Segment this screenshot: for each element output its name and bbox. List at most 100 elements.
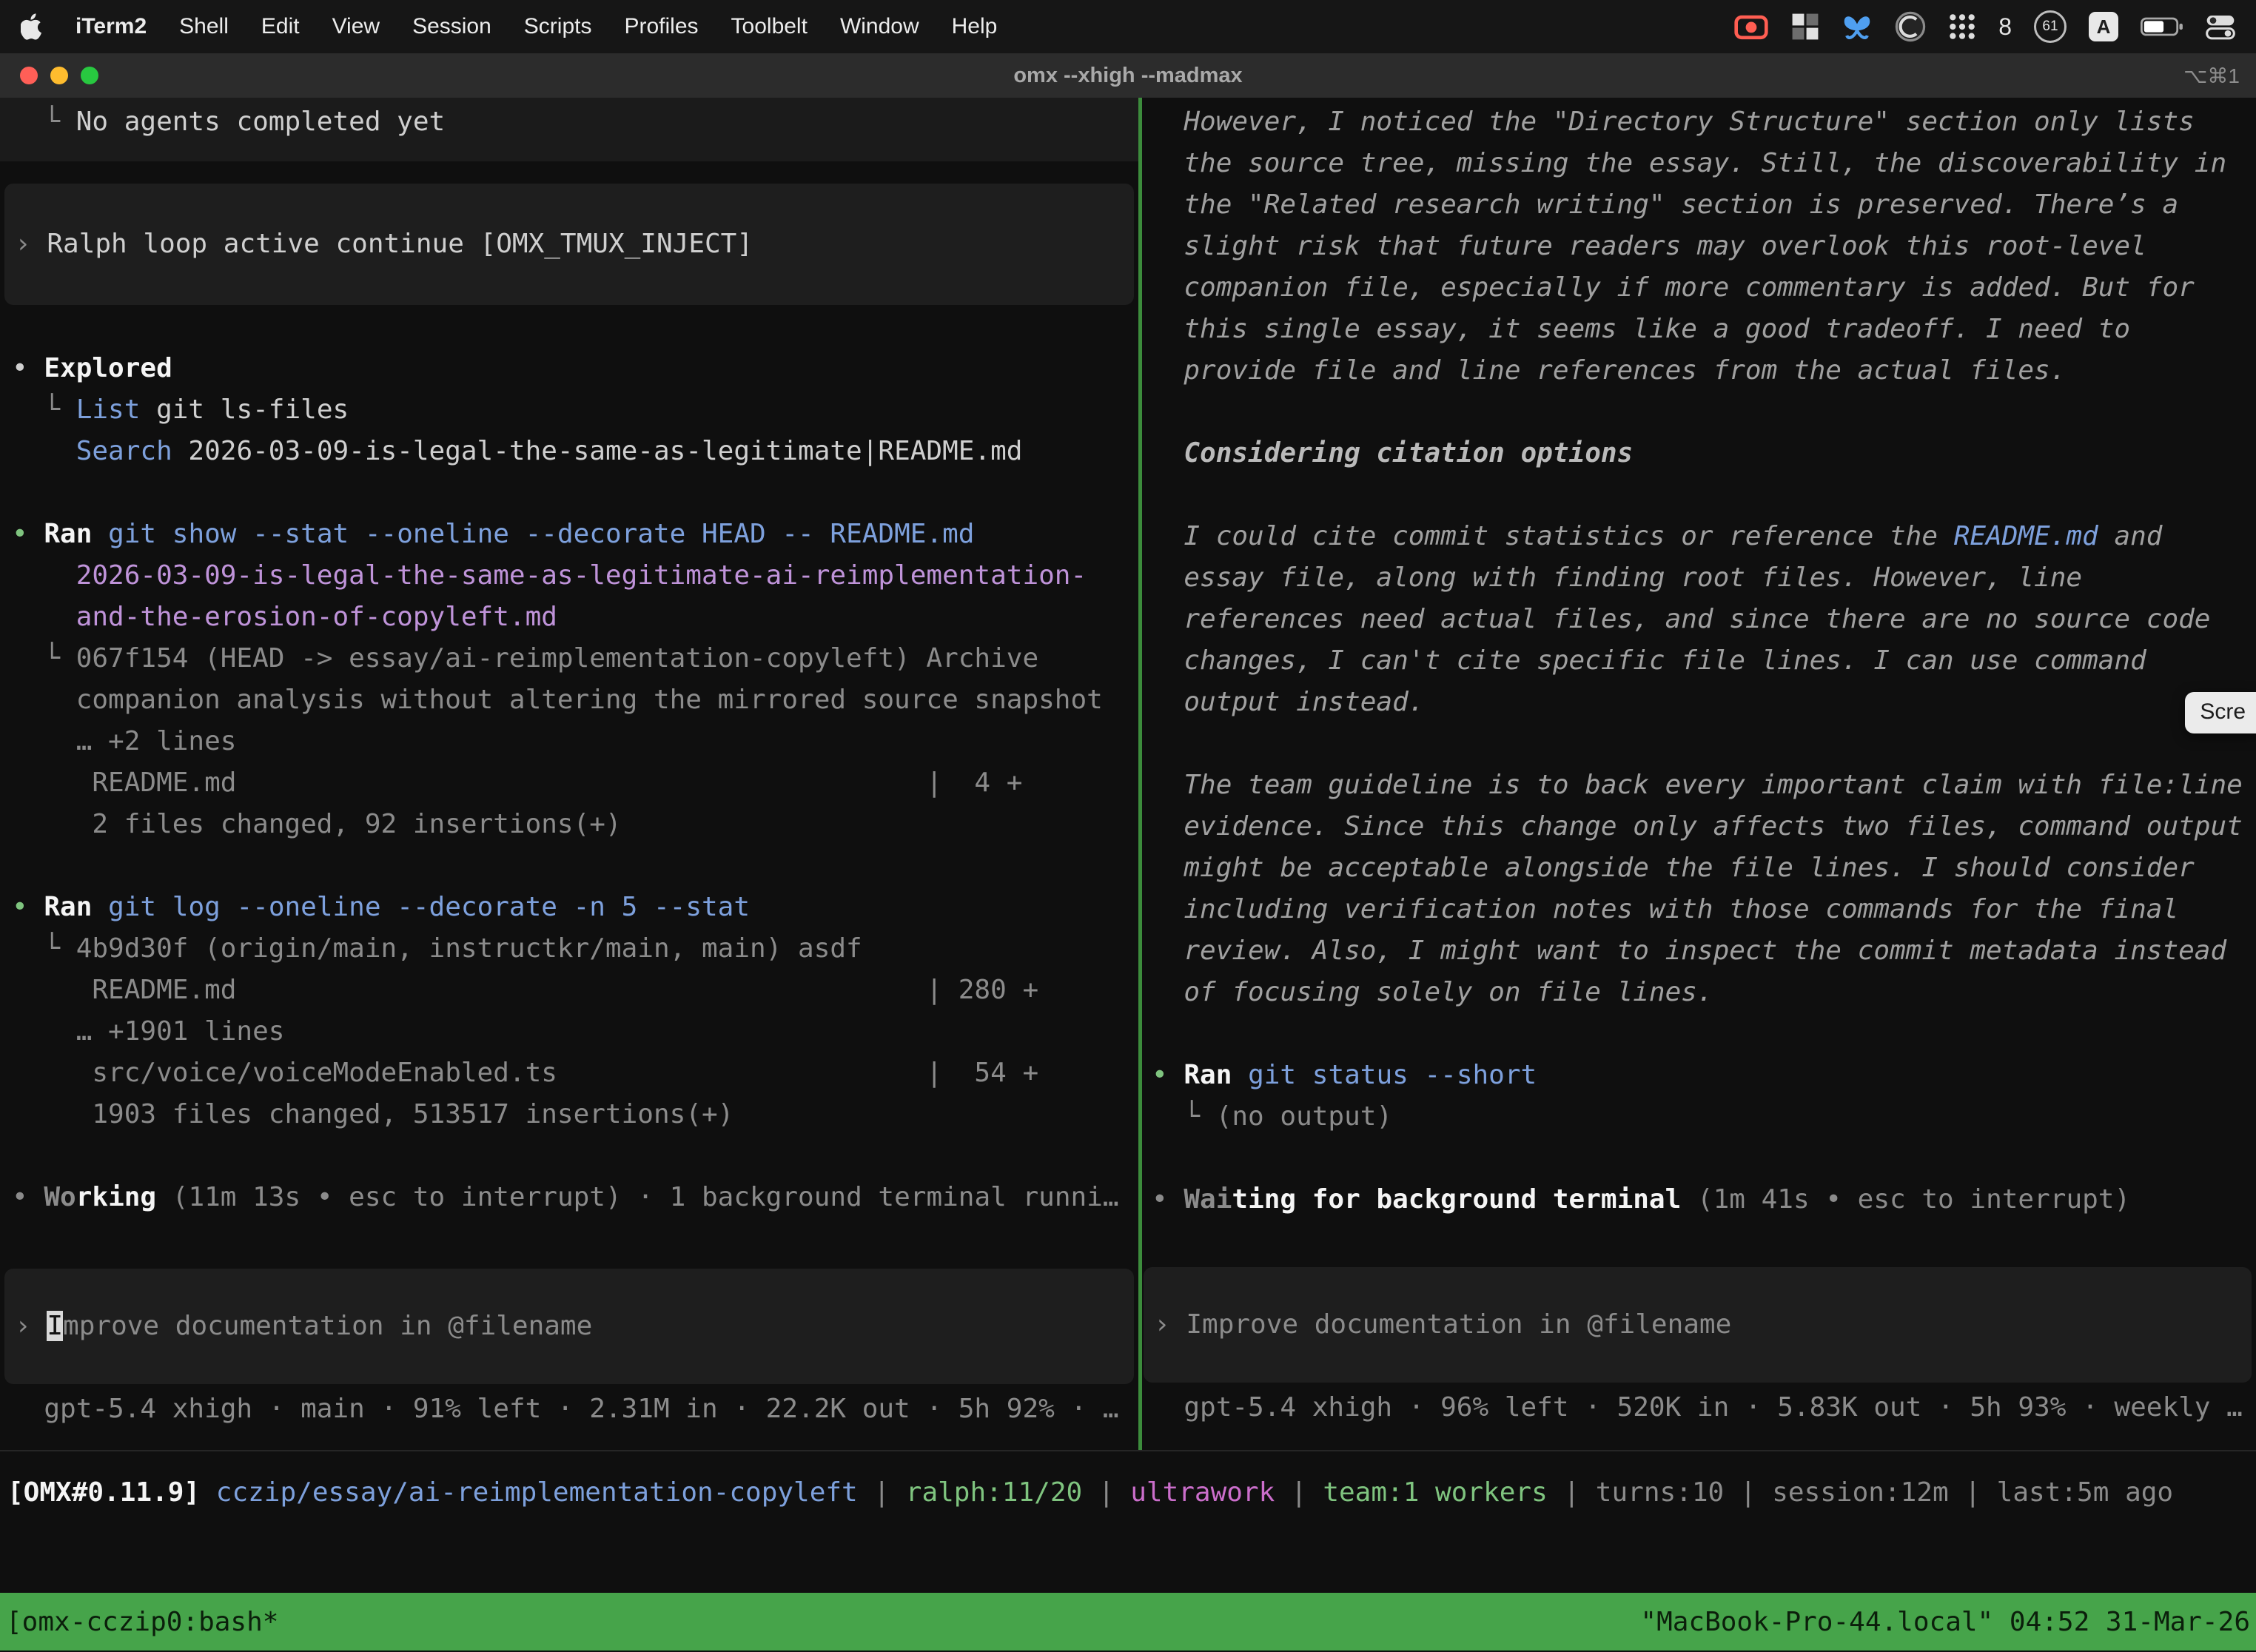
terminal-line: this single essay, it seems like a good … xyxy=(1152,309,2256,350)
omx-status-line: [OMX#0.11.9] cczip/essay/ai-reimplementa… xyxy=(7,1472,2256,1514)
terminal-line: of focusing solely on file lines. xyxy=(1152,972,2256,1013)
menu-bar: iTerm2 Shell Edit View Session Scripts Profile… xyxy=(0,0,2256,53)
terminal-line: essay file, along with finding root file… xyxy=(1152,557,2256,599)
terminal-line: Search 2026-03-09-is-legal-the-same-as-l… xyxy=(12,431,1138,472)
terminal-line: README.md | 280 + xyxy=(12,970,1138,1011)
terminal-panes: └ No agents completed yet › Ralph loop a… xyxy=(0,98,2256,1451)
screen-share-overlay-button[interactable]: Scre xyxy=(2185,692,2256,733)
terminal-line xyxy=(1152,1138,2256,1179)
menu-item-toolbelt[interactable]: Toolbelt xyxy=(731,14,808,39)
tmux-host-clock: "MacBook-Pro-44.local" 04:52 31-Mar-26 xyxy=(1640,1607,2250,1637)
stage-manager-icon[interactable] xyxy=(1791,13,1819,41)
left-transcript: • Explored └ List git ls-files Search 20… xyxy=(0,305,1138,1218)
menu-item-help[interactable]: Help xyxy=(952,14,998,39)
terminal-line: including verification notes with those … xyxy=(1152,889,2256,930)
right-transcript: However, I noticed the "Directory Struct… xyxy=(1142,98,2256,1220)
terminal-line: However, I noticed the "Directory Struct… xyxy=(1152,101,2256,143)
terminal-line xyxy=(12,845,1138,887)
terminal-line: 2 files changed, 92 insertions(+) xyxy=(12,804,1138,845)
traffic-lights xyxy=(0,67,98,84)
apple-menu-icon[interactable] xyxy=(21,13,43,40)
terminal-line: 1903 files changed, 513517 insertions(+) xyxy=(12,1094,1138,1135)
menu-item-shell[interactable]: Shell xyxy=(179,14,229,39)
terminal-line: … +2 lines xyxy=(12,721,1138,762)
composer-line[interactable]: › Improve documentation in @filename xyxy=(15,1306,1124,1347)
agents-summary-panel: └ No agents completed yet xyxy=(0,98,1138,161)
window-shortcut-hint: ⌥⌘1 xyxy=(2183,64,2240,88)
terminal-line: evidence. Since this change only affects… xyxy=(1152,806,2256,847)
terminal-line: I could cite commit statistics or refere… xyxy=(1152,516,2256,557)
terminal-line: └ (no output) xyxy=(1152,1096,2256,1138)
right-composer-input[interactable]: › Improve documentation in @filename xyxy=(1144,1267,2252,1383)
control-center-icon[interactable] xyxy=(2206,12,2235,41)
menu-item-scripts[interactable]: Scripts xyxy=(524,14,592,39)
terminal-line: … +1901 lines xyxy=(12,1011,1138,1052)
terminal-line: the source tree, missing the essay. Stil… xyxy=(1152,143,2256,184)
terminal-line: └ No agents completed yet xyxy=(12,101,1138,143)
terminal-line: • Waiting for background terminal (1m 41… xyxy=(1152,1179,2256,1220)
terminal-line xyxy=(12,1135,1138,1177)
terminal-line: review. Also, I might want to inspect th… xyxy=(1152,930,2256,972)
terminal-line: └ List git ls-files xyxy=(12,389,1138,431)
terminal-line: › Ralph loop active continue [OMX_TMUX_I… xyxy=(15,224,1124,265)
zoom-window-button[interactable] xyxy=(81,67,98,84)
terminal-line: • Ran git log --oneline --decorate -n 5 … xyxy=(12,887,1138,928)
terminal-line: The team guideline is to back every impo… xyxy=(1152,765,2256,806)
window-title-bar[interactable]: omx --xhigh --madmax ⌥⌘1 xyxy=(0,53,2256,98)
terminal-line: companion analysis without altering the … xyxy=(12,679,1138,721)
terminal-line: • Explored xyxy=(12,348,1138,389)
menu-item-edit[interactable]: Edit xyxy=(261,14,300,39)
terminal-line xyxy=(1152,392,2256,433)
screen-recording-icon[interactable] xyxy=(1733,12,1769,41)
battery-icon[interactable] xyxy=(2141,16,2183,37)
right-pane: However, I noticed the "Directory Struct… xyxy=(1142,98,2256,1450)
terminal-line: Considering citation options xyxy=(1152,433,2256,474)
terminal-line: README.md | 4 + xyxy=(12,762,1138,804)
terminal-line: companion file, especially if more comme… xyxy=(1152,267,2256,309)
terminal-line xyxy=(12,472,1138,514)
menu-item-profiles[interactable]: Profiles xyxy=(624,14,698,39)
menu-item-view[interactable]: View xyxy=(332,14,380,39)
terminal-line: src/voice/voiceModeEnabled.ts | 54 + xyxy=(12,1052,1138,1094)
terminal-line: references need actual files, and since … xyxy=(1152,599,2256,640)
minimize-window-button[interactable] xyxy=(50,67,68,84)
terminal-line: • Working (11m 13s • esc to interrupt) ·… xyxy=(12,1177,1138,1218)
battery-percent-icon[interactable]: 61 xyxy=(2034,10,2067,43)
menu-item-iterm2[interactable]: iTerm2 xyxy=(75,14,147,39)
terminal-line: changes, I can't cite specific file line… xyxy=(1152,640,2256,682)
terminal-line: output instead. xyxy=(1152,682,2256,723)
terminal-line: gpt-5.4 xhigh · 96% left · 520K in · 5.8… xyxy=(1152,1387,2256,1428)
terminal-line: └ 4b9d30f (origin/main, instructkr/main,… xyxy=(12,928,1138,970)
input-source-icon[interactable]: A xyxy=(2089,12,2118,41)
left-pane: └ No agents completed yet › Ralph loop a… xyxy=(0,98,1138,1450)
terminal-line: slight risk that future readers may over… xyxy=(1152,226,2256,267)
close-window-button[interactable] xyxy=(20,67,38,84)
terminal-line xyxy=(1152,1013,2256,1055)
tmux-session-label: [omx-cczip0:bash* xyxy=(6,1607,278,1637)
terminal-line: might be acceptable alongside the file l… xyxy=(1152,847,2256,889)
figure-eight-icon[interactable]: 8 xyxy=(1998,13,2012,41)
terminal-line: • Ran git show --stat --oneline --decora… xyxy=(12,514,1138,555)
left-model-status: gpt-5.4 xhigh · main · 91% left · 2.31M … xyxy=(0,1384,1138,1430)
right-model-status: gpt-5.4 xhigh · 96% left · 520K in · 5.8… xyxy=(1142,1383,2256,1428)
terminal-line: gpt-5.4 xhigh · main · 91% left · 2.31M … xyxy=(12,1389,1138,1430)
left-composer-input[interactable]: › Improve documentation in @filename xyxy=(4,1269,1134,1384)
app-grid-icon[interactable] xyxy=(1948,13,1976,41)
window-title: omx --xhigh --madmax xyxy=(0,64,2256,88)
terminal-line: └ 067f154 (HEAD -> essay/ai-reimplementa… xyxy=(12,638,1138,679)
menu-items: iTerm2 Shell Edit View Session Scripts Profile… xyxy=(75,14,997,39)
terminal-line: • Ran git status --short xyxy=(1152,1055,2256,1096)
tmux-status-bar: [omx-cczip0:bash* "MacBook-Pro-44.local"… xyxy=(0,1593,2256,1651)
terminal-line xyxy=(1152,474,2256,516)
menu-item-window[interactable]: Window xyxy=(840,14,919,39)
terminal-line: 2026-03-09-is-legal-the-same-as-legitima… xyxy=(12,555,1138,597)
terminal-line xyxy=(1152,723,2256,765)
menu-item-session[interactable]: Session xyxy=(412,14,491,39)
composer-line[interactable]: › Improve documentation in @filename xyxy=(1154,1304,2241,1346)
terminal-line: and-the-erosion-of-copyleft.md xyxy=(12,597,1138,638)
terminal-line: provide file and line references from th… xyxy=(1152,350,2256,392)
bluesky-app-icon[interactable] xyxy=(1842,13,1873,41)
omx-status-bar: [OMX#0.11.9] cczip/essay/ai-reimplementa… xyxy=(0,1451,2256,1593)
terminal-line: the "Related research writing" section i… xyxy=(1152,184,2256,226)
dark-app-icon[interactable] xyxy=(1895,11,1926,42)
